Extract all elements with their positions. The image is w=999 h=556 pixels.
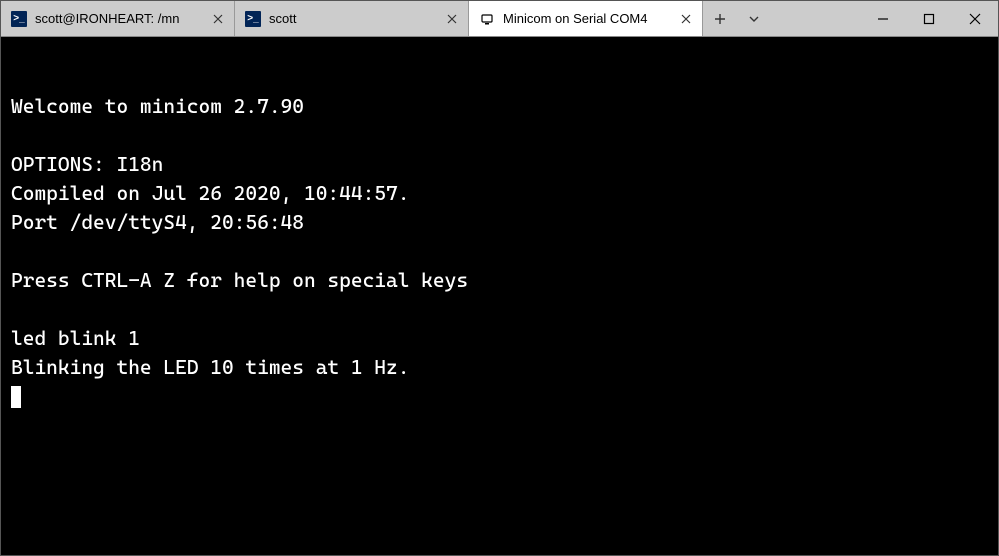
tab-strip: >_ scott@IRONHEART: /mn >_ scott	[1, 1, 703, 36]
terminal-line: Press CTRL-A Z for help on special keys	[11, 268, 468, 292]
terminal-output[interactable]: Welcome to minicom 2.7.90 OPTIONS: I18n …	[1, 37, 998, 555]
tab-label: scott	[269, 11, 436, 26]
maximize-button[interactable]	[906, 1, 952, 36]
new-tab-button[interactable]	[709, 8, 731, 30]
tab-terminal-3-active[interactable]: Minicom on Serial COM4	[469, 1, 703, 36]
minicom-icon	[479, 11, 495, 27]
terminal-line: Welcome to minicom 2.7.90	[11, 94, 304, 118]
terminal-cursor	[11, 386, 21, 408]
powershell-icon: >_	[11, 11, 27, 27]
titlebar: >_ scott@IRONHEART: /mn >_ scott	[1, 1, 998, 37]
titlebar-drag-area[interactable]	[771, 1, 860, 36]
terminal-line: Port /dev/ttyS4, 20:56:48	[11, 210, 304, 234]
tab-close-button[interactable]	[210, 11, 226, 27]
terminal-line: Blinking the LED 10 times at 1 Hz.	[11, 355, 409, 379]
tab-close-button[interactable]	[678, 11, 694, 27]
tab-label: Minicom on Serial COM4	[503, 11, 670, 26]
tab-actions	[703, 1, 771, 36]
tab-close-button[interactable]	[444, 11, 460, 27]
minimize-button[interactable]	[860, 1, 906, 36]
close-window-button[interactable]	[952, 1, 998, 36]
terminal-line: OPTIONS: I18n	[11, 152, 163, 176]
tab-terminal-2[interactable]: >_ scott	[235, 1, 469, 36]
terminal-line: led blink 1	[11, 326, 140, 350]
powershell-icon: >_	[245, 11, 261, 27]
terminal-line: Compiled on Jul 26 2020, 10:44:57.	[11, 181, 409, 205]
tab-dropdown-button[interactable]	[743, 8, 765, 30]
window-controls	[860, 1, 998, 36]
tab-label: scott@IRONHEART: /mn	[35, 11, 202, 26]
tab-terminal-1[interactable]: >_ scott@IRONHEART: /mn	[1, 1, 235, 36]
